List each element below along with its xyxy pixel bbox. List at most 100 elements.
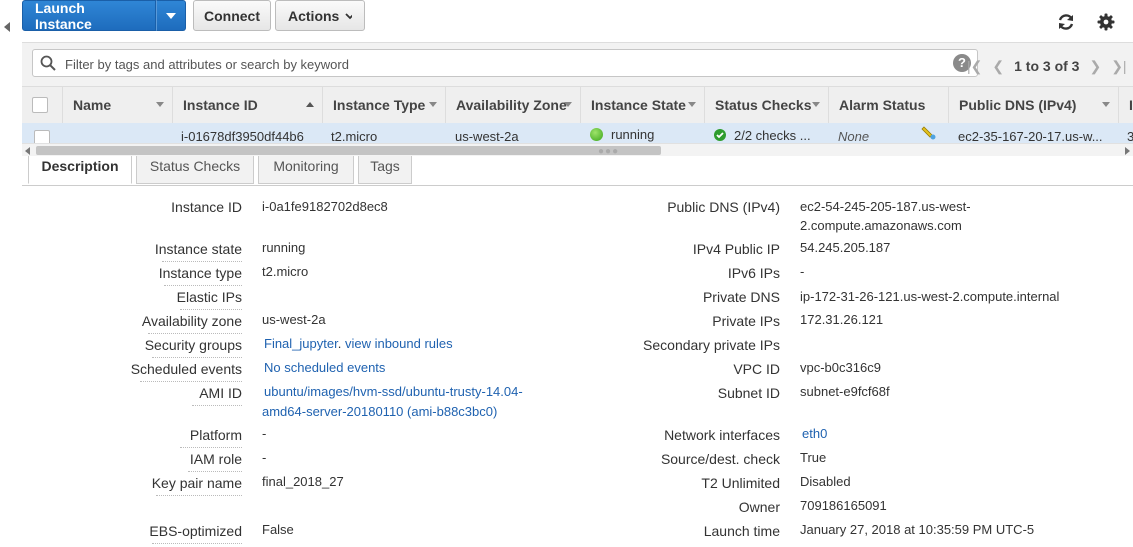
horizontal-scrollbar[interactable] <box>22 143 1133 156</box>
divider <box>188 471 242 472</box>
value-ipv4-public-ip: 54.245.205.187 <box>800 240 891 255</box>
check-icon <box>714 129 726 141</box>
sort-icon <box>564 102 572 107</box>
sort-icon <box>156 102 164 107</box>
row-state-label: running <box>611 127 655 142</box>
value-vpc-id: vpc-b0c316c9 <box>800 360 881 375</box>
refresh-icon[interactable] <box>1054 10 1078 34</box>
search-box[interactable]: ? <box>32 49 978 77</box>
row-zone: us-west-2a <box>455 129 519 144</box>
launch-dropdown-button[interactable] <box>156 0 186 31</box>
toolbar: Launch Instance Connect Actions <box>22 0 1133 42</box>
network-interface-link[interactable]: eth0 <box>802 424 827 443</box>
table-row[interactable]: i-01678df3950df44b6 t2.micro us-west-2a … <box>22 123 1133 145</box>
divider <box>156 495 242 496</box>
divider <box>152 543 242 544</box>
label-t2-unlimited: T2 Unlimited <box>701 475 780 491</box>
value-launch-time: January 27, 2018 at 10:35:59 PM UTC-5 <box>800 522 1035 537</box>
value-private-dns: ip-172-31-26-121.us-west-2.compute.inter… <box>800 289 1060 304</box>
value-ebs-optimized: False <box>262 522 294 537</box>
col-state-label: Instance State <box>591 97 686 113</box>
col-instance-type[interactable]: Instance Type <box>322 87 445 123</box>
col-instance-state[interactable]: Instance State <box>580 87 704 123</box>
col-instance-id-label: Instance ID <box>183 97 258 113</box>
label-availability-zone: Availability zone <box>141 313 242 329</box>
value-public-dns-line1: ec2-54-245-205-187.us-west- <box>800 199 971 214</box>
value-ipv6-ips: - <box>800 264 805 279</box>
row-instance-type: t2.micro <box>331 129 378 144</box>
col-alarm-status[interactable]: Alarm Status <box>828 87 948 123</box>
label-ipv4-public-ip: IPv4 Public IP <box>692 241 780 257</box>
chevron-down-icon <box>345 12 352 19</box>
label-iam-role: IAM role <box>189 451 242 467</box>
tab-status-checks-label: Status Checks <box>149 158 241 174</box>
scrollbar-thumb[interactable] <box>36 146 661 155</box>
tab-description[interactable]: Description <box>28 156 132 184</box>
collapse-arrow-icon[interactable] <box>4 22 10 32</box>
col-name[interactable]: Name <box>62 87 172 123</box>
last-page-icon[interactable]: ❯| <box>1111 58 1126 75</box>
col-name-label: Name <box>73 97 112 113</box>
launch-instance-button[interactable]: Launch Instance <box>22 0 156 32</box>
next-page-icon[interactable]: ❯ <box>1089 58 1101 75</box>
divider <box>164 285 242 286</box>
tab-description-label: Description <box>41 158 119 174</box>
row-status-checks: 2/2 checks ... <box>714 128 811 143</box>
gear-icon[interactable] <box>1094 10 1118 34</box>
tab-status-checks[interactable]: Status Checks <box>136 156 254 184</box>
tab-monitoring[interactable]: Monitoring <box>258 156 354 184</box>
value-owner: 709186165091 <box>800 498 887 513</box>
view-inbound-rules-link[interactable]: view inbound rules <box>345 336 453 351</box>
col-next[interactable]: I <box>1118 87 1133 123</box>
scroll-left-icon[interactable] <box>25 147 30 155</box>
scroll-right-icon[interactable] <box>1125 147 1130 155</box>
description-panel: Instance ID i-0a1fe9182702d8ec8 Instance… <box>22 186 1133 547</box>
connect-button[interactable]: Connect <box>193 0 271 31</box>
security-group-link[interactable]: Final_jupyter <box>264 336 338 351</box>
label-instance-type: Instance type <box>158 265 242 281</box>
pagination-range: 1 to 3 of 3 <box>1014 58 1080 74</box>
col-alarm-label: Alarm Status <box>839 97 926 113</box>
divider <box>162 261 242 262</box>
left-collapse-strip[interactable] <box>0 0 23 547</box>
resize-grip-icon[interactable]: ●●● <box>598 146 619 156</box>
actions-button[interactable]: Actions <box>275 0 365 31</box>
col-status-checks[interactable]: Status Checks <box>704 87 828 123</box>
prev-page-icon[interactable]: ❮ <box>992 58 1004 75</box>
label-public-dns: Public DNS (IPv4) <box>667 199 780 215</box>
col-instance-id[interactable]: Instance ID <box>172 87 322 123</box>
divider <box>140 381 242 382</box>
label-vpc-id: VPC ID <box>733 361 780 377</box>
ami-id-link-line1[interactable]: ubuntu/images/hvm-ssd/ubuntu-trusty-14.0… <box>264 382 523 401</box>
select-all-cell <box>22 87 62 123</box>
label-subnet-id: Subnet ID <box>717 385 780 401</box>
col-availability-zone[interactable]: Availability Zone <box>445 87 580 123</box>
search-input[interactable] <box>63 54 947 74</box>
divider <box>192 405 242 406</box>
separator: . <box>337 336 345 351</box>
label-platform: Platform <box>189 427 242 443</box>
sort-icon <box>1102 102 1110 107</box>
value-platform: - <box>262 426 267 441</box>
alarm-bell-icon[interactable] <box>920 125 938 144</box>
scheduled-events-link[interactable]: No scheduled events <box>264 358 385 377</box>
label-ipv6-ips: IPv6 IPs <box>727 265 780 281</box>
tab-tags[interactable]: Tags <box>358 156 412 184</box>
first-page-icon[interactable]: |❮ <box>967 58 982 75</box>
select-all-checkbox[interactable] <box>32 97 48 113</box>
label-instance-state: Instance state <box>154 241 242 257</box>
value-instance-id: i-0a1fe9182702d8ec8 <box>262 199 388 214</box>
label-security-groups: Security groups <box>144 337 242 353</box>
label-launch-time: Launch time <box>703 523 780 539</box>
value-private-ips: 172.31.26.121 <box>800 312 884 327</box>
col-dns-label: Public DNS (IPv4) <box>959 97 1077 113</box>
label-key-pair-name: Key pair name <box>151 475 242 491</box>
table-header: Name Instance ID Instance Type Availabil… <box>22 86 1133 124</box>
tab-tags-label: Tags <box>370 158 400 174</box>
sort-asc-icon <box>306 102 314 107</box>
pagination: |❮ ❮ 1 to 3 of 3 ❯ ❯| <box>967 57 1127 75</box>
ami-id-link-line2[interactable]: amd64-server-20180110 (ami-b88c3bc0) <box>262 402 497 421</box>
sort-icon <box>688 102 696 107</box>
col-public-dns[interactable]: Public DNS (IPv4) <box>948 87 1118 123</box>
value-source-dest-check: True <box>800 450 827 465</box>
